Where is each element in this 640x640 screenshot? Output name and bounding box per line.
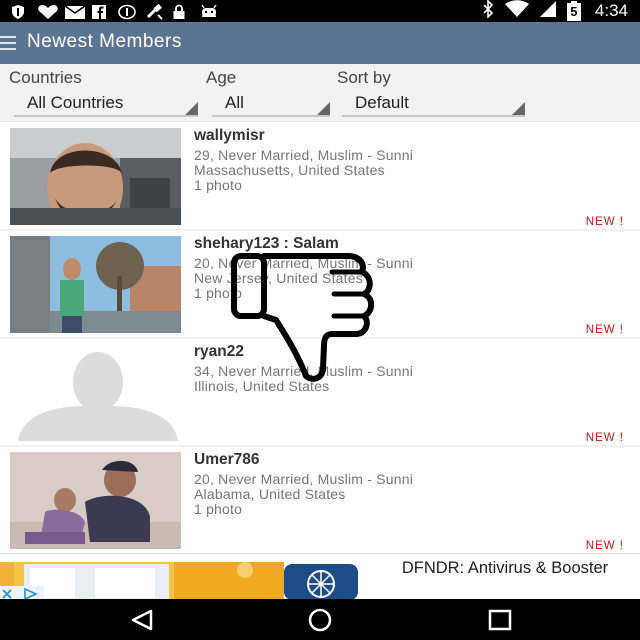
heart-icon: [37, 4, 58, 19]
filter-bar: Countries All Countries Age All Sort by …: [0, 64, 640, 122]
list-item[interactable]: shehary123 : Salam 20, Never Married, Mu…: [0, 231, 640, 337]
member-photo-count: 1 photo: [194, 501, 243, 517]
member-details: 29, Never Married, Muslim - Sunni: [194, 147, 413, 163]
countries-value: All Countries: [27, 93, 124, 112]
list-item[interactable]: Umer786 20, Never Married, Muslim - Sunn…: [0, 447, 640, 553]
member-list[interactable]: wallymisr 29, Never Married, Muslim - Su…: [0, 123, 640, 553]
status-bar-notifications: [10, 3, 217, 20]
lock-icon: [172, 4, 190, 19]
countries-dropdown[interactable]: All Countries: [14, 91, 198, 117]
dropdown-arrow-icon: [185, 102, 198, 115]
member-name[interactable]: wallymisr: [194, 127, 265, 145]
ad-image[interactable]: [0, 562, 360, 599]
sort-by-label: Sort by: [337, 68, 391, 87]
member-photo[interactable]: [10, 128, 181, 225]
member-details: 20, Never Married, Muslim - Sunni: [194, 255, 413, 271]
member-location: Massachusetts, United States: [194, 162, 385, 178]
member-photo-placeholder[interactable]: [10, 344, 181, 441]
member-name[interactable]: Umer786: [194, 451, 260, 469]
home-icon[interactable]: [307, 608, 333, 632]
age-dropdown[interactable]: All: [212, 91, 330, 117]
battery-level: 5: [570, 4, 578, 19]
member-location: New Jersey, United States: [194, 270, 363, 286]
age-value: All: [225, 93, 244, 112]
clock: 4:34: [594, 1, 628, 20]
satellite-icon: [145, 3, 163, 20]
bluetooth-icon: [481, 0, 495, 22]
list-item[interactable]: ryan22 34, Never Married, Muslim - Sunni…: [0, 339, 640, 445]
member-location: Alabama, United States: [194, 486, 346, 502]
back-icon[interactable]: [129, 608, 155, 632]
hamburger-menu-icon[interactable]: [0, 36, 16, 50]
new-badge: NEW !: [585, 216, 624, 228]
android-icon: [199, 4, 217, 18]
member-photo-count: 1 photo: [194, 177, 243, 193]
status-bar: 5 4:34: [0, 0, 640, 22]
member-photo-count: 1 photo: [194, 285, 243, 301]
new-badge: NEW !: [585, 324, 624, 336]
member-photo[interactable]: [10, 236, 181, 333]
member-details: 34, Never Married, Muslim - Sunni: [194, 363, 413, 379]
wifi-icon: [504, 0, 529, 22]
countries-label: Countries: [9, 68, 82, 87]
member-name[interactable]: shehary123 : Salam: [194, 235, 339, 253]
shield-icon: [10, 4, 28, 19]
member-details: 20, Never Married, Muslim - Sunni: [194, 471, 413, 487]
page-title: Newest Members: [27, 31, 182, 52]
ad-banner[interactable]: DFNDR: Antivirus & Booster: [0, 553, 640, 599]
age-label: Age: [206, 68, 237, 87]
ad-choices-icon[interactable]: [0, 586, 44, 599]
notification-icon: [118, 4, 136, 20]
recent-apps-icon[interactable]: [487, 608, 513, 632]
member-name[interactable]: ryan22: [194, 343, 244, 361]
dropdown-arrow-icon: [317, 102, 330, 115]
new-badge: NEW !: [585, 540, 624, 552]
ad-title[interactable]: DFNDR: Antivirus & Booster: [380, 560, 630, 577]
sort-by-dropdown[interactable]: Default: [342, 91, 525, 117]
app-bar: Newest Members: [0, 22, 640, 64]
sort-by-value: Default: [355, 93, 409, 112]
dropdown-arrow-icon: [512, 102, 525, 115]
member-location: Illinois, United States: [194, 378, 330, 394]
battery-icon: 5: [566, 1, 581, 21]
signal-icon: [539, 0, 557, 22]
mail-icon: [64, 4, 86, 19]
new-badge: NEW !: [585, 432, 624, 444]
status-bar-system: 5 4:34: [481, 0, 628, 22]
facebook-icon: [91, 4, 109, 19]
system-navigation-bar: [0, 599, 640, 640]
member-photo[interactable]: [10, 452, 181, 549]
list-item[interactable]: wallymisr 29, Never Married, Muslim - Su…: [0, 123, 640, 229]
